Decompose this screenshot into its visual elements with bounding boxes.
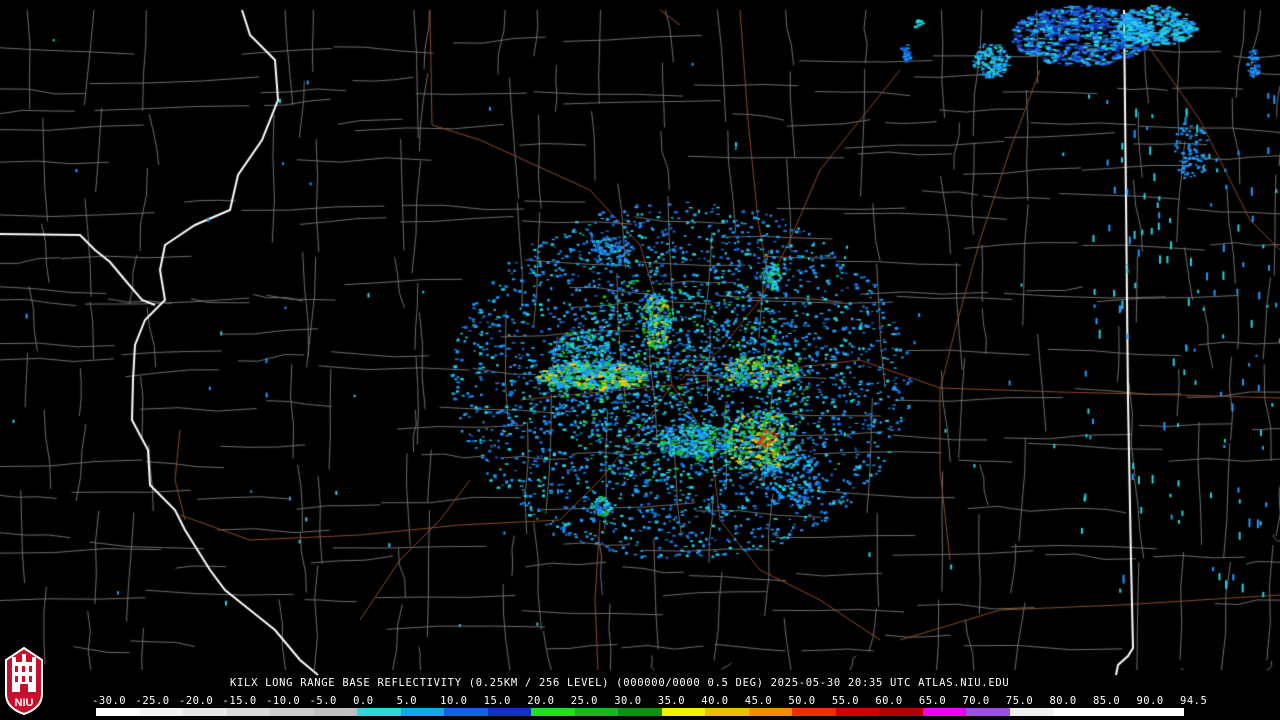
color-bar-segment: [574, 708, 619, 716]
color-bar-segment: [1009, 708, 1054, 716]
niu-logo-icon: NIU: [5, 646, 43, 716]
color-bar-segment: [313, 708, 358, 716]
scale-label: 85.0: [1092, 695, 1121, 707]
scale-label: 5.0: [396, 695, 418, 707]
color-bar-segment: [705, 708, 749, 716]
scale-label: 55.0: [831, 695, 860, 707]
scale-label: 20.0: [527, 695, 555, 707]
scale-label: -10.0: [266, 695, 301, 707]
color-bar-segment: [966, 708, 1010, 716]
scale-label: 0.0: [353, 695, 374, 707]
scale-label: -30.0: [92, 695, 127, 707]
reflectivity-color-bar: [96, 708, 1184, 716]
scale-label: 60.0: [875, 695, 903, 707]
scale-label: 75.0: [1005, 695, 1034, 707]
color-bar-segment: [618, 708, 662, 716]
color-bar-segment: [792, 708, 836, 716]
scale-label: 25.0: [570, 695, 599, 707]
color-bar-segment: [661, 708, 706, 716]
color-bar-segment: [531, 708, 575, 716]
scale-label: -15.0: [222, 695, 257, 707]
color-bar-segment: [1096, 708, 1141, 716]
scale-label: 40.0: [701, 695, 729, 707]
color-bar-segment: [444, 708, 488, 716]
radar-map[interactable]: [0, 0, 1280, 720]
color-bar-segment: [879, 708, 923, 716]
scale-label: 10.0: [440, 695, 468, 707]
color-bar-segment: [1053, 708, 1097, 716]
scale-label: 90.0: [1136, 695, 1164, 707]
scale-label: -5.0: [309, 695, 337, 707]
scale-label: 94.5: [1180, 695, 1208, 707]
scale-label: 30.0: [614, 695, 642, 707]
color-bar-segment: [400, 708, 445, 716]
scale-label: 15.0: [483, 695, 511, 707]
color-bar-segment: [835, 708, 880, 716]
product-title: KILX LONG RANGE BASE REFLECTIVITY (0.25K…: [230, 677, 1010, 689]
color-bar-segment: [487, 708, 532, 716]
color-bar-segment: [1140, 708, 1184, 716]
scale-label: 35.0: [657, 695, 686, 707]
scale-label: 70.0: [962, 695, 990, 707]
color-bar-segment: [183, 708, 227, 716]
color-bar-segment: [357, 708, 401, 716]
scale-label: 45.0: [744, 695, 773, 707]
svg-text:NIU: NIU: [15, 697, 34, 709]
scale-label: 80.0: [1049, 695, 1077, 707]
color-bar-segment: [226, 708, 271, 716]
color-bar-segment: [139, 708, 184, 716]
scale-label: 50.0: [788, 695, 816, 707]
color-bar-segment: [748, 708, 793, 716]
reflectivity-scale-labels: -30.0 -25.0 -20.0 -15.0 -10.0 -5.0 0.0 5.0 10.0 1…: [92, 695, 1207, 707]
color-bar-segment: [96, 708, 140, 716]
scale-label: -25.0: [135, 695, 170, 707]
color-bar-segment: [922, 708, 967, 716]
scale-label: -20.0: [179, 695, 214, 707]
scale-label: 65.0: [918, 695, 947, 707]
color-bar-segment: [270, 708, 314, 716]
